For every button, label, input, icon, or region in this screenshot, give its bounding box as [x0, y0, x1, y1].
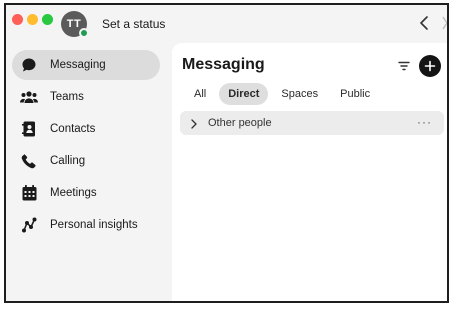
sidebar-item-label: Meetings	[50, 187, 97, 199]
title-bar: TT Set a status	[6, 5, 447, 43]
sidebar-item-label: Personal insights	[50, 219, 138, 231]
sidebar: Messaging Teams Contacts Calling Meeting	[6, 43, 170, 301]
page-title: Messaging	[182, 56, 265, 73]
sidebar-item-calling[interactable]: Calling	[12, 146, 160, 176]
zoom-window-button[interactable]	[42, 14, 53, 25]
phone-icon	[20, 152, 38, 170]
minimize-window-button[interactable]	[27, 14, 38, 25]
messaging-panel: Messaging All Direct Spaces Public Other…	[172, 43, 447, 301]
tab-spaces[interactable]: Spaces	[272, 83, 327, 105]
people-icon	[20, 88, 38, 106]
plus-icon	[424, 60, 436, 72]
filter-icon[interactable]	[397, 59, 411, 73]
calendar-icon	[20, 184, 38, 202]
filter-tabs: All Direct Spaces Public	[182, 83, 383, 105]
back-chevron-icon[interactable]	[416, 13, 432, 33]
sidebar-item-teams[interactable]: Teams	[12, 82, 160, 112]
more-options-icon[interactable]: ···	[417, 115, 432, 129]
sidebar-item-label: Messaging	[50, 59, 106, 71]
group-row-other-people[interactable]: Other people ···	[180, 111, 444, 135]
sidebar-item-personal-insights[interactable]: Personal insights	[12, 210, 160, 240]
app-window: TT Set a status Messaging Teams Contacts…	[4, 3, 449, 303]
sidebar-item-messaging[interactable]: Messaging	[12, 50, 160, 80]
presence-indicator	[79, 28, 89, 38]
sidebar-item-label: Contacts	[50, 123, 96, 135]
sidebar-item-meetings[interactable]: Meetings	[12, 178, 160, 208]
group-row-label: Other people	[208, 117, 272, 129]
sidebar-item-label: Calling	[50, 155, 86, 167]
set-status-button[interactable]: Set a status	[102, 17, 165, 31]
tab-all[interactable]: All	[182, 83, 215, 105]
contact-book-icon	[20, 120, 38, 138]
insights-icon	[20, 216, 38, 234]
overflow-edge-icon	[442, 13, 447, 33]
chat-bubble-icon	[20, 56, 38, 74]
sidebar-item-contacts[interactable]: Contacts	[12, 114, 160, 144]
add-button[interactable]	[419, 55, 441, 77]
sidebar-item-label: Teams	[50, 91, 84, 103]
close-window-button[interactable]	[12, 14, 23, 25]
tab-public[interactable]: Public	[331, 83, 379, 105]
tab-direct[interactable]: Direct	[219, 83, 269, 105]
chevron-right-icon[interactable]	[188, 117, 200, 129]
